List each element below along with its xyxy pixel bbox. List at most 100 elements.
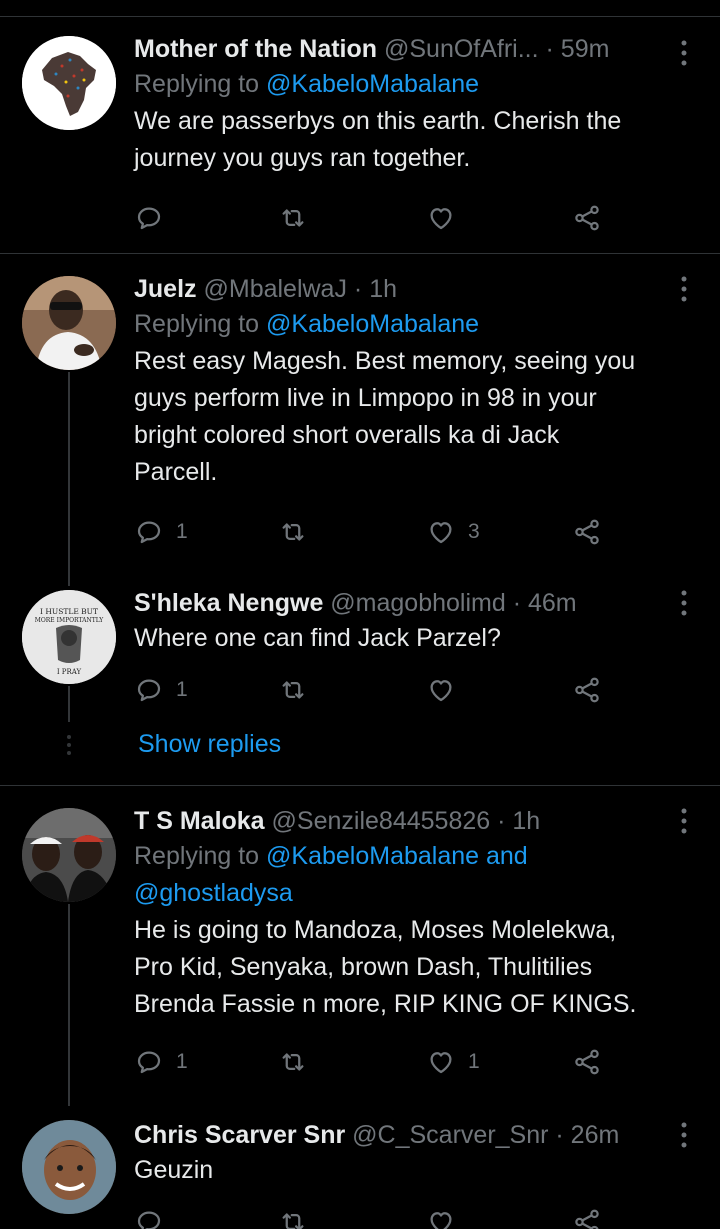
avatar[interactable] <box>22 1120 116 1214</box>
tweet-header: S'hleka Nengwe @magobholimd · 46m <box>134 586 704 620</box>
reply-icon <box>134 203 164 233</box>
heart-icon <box>426 1047 456 1077</box>
avatar-text: I HUSTLE BUT <box>40 607 98 616</box>
reply-button[interactable]: 1 <box>134 512 188 552</box>
tweet-text-line: Rest easy Magesh. Best memory, seeing yo… <box>134 347 636 375</box>
tweet-text-line: Pro Kid, Senyaka, brown Dash, Thulitilie… <box>134 953 593 981</box>
mention-link[interactable]: @ghostladysa <box>134 879 293 907</box>
mention-link[interactable]: @KabeloMabalane <box>266 70 479 98</box>
thread-line <box>68 372 70 586</box>
thread-line <box>68 904 70 1106</box>
mention-link[interactable]: @KabeloMabalane and <box>266 842 528 870</box>
tweet-card[interactable]: T S Maloka @Senzile84455826 · 1h Replyin… <box>0 786 720 1106</box>
more-options-icon[interactable] <box>674 38 694 68</box>
timestamp[interactable]: · 1h <box>354 275 397 303</box>
timestamp[interactable]: · 59m <box>546 35 610 63</box>
tweet-card[interactable]: I HUSTLE BUT MORE IMPORTANTLY I PRAY S'h… <box>0 584 720 784</box>
tweet-text-line: guys perform live in Limpopo in 98 in yo… <box>134 384 597 412</box>
mention-link[interactable]: @KabeloMabalane <box>266 310 479 338</box>
handle[interactable]: @MbalelwaJ <box>203 275 346 303</box>
handle[interactable]: @C_Scarver_Snr <box>352 1121 548 1149</box>
reply-button[interactable]: 1 <box>134 670 188 710</box>
timestamp[interactable]: · 26m <box>555 1121 619 1149</box>
display-name[interactable]: Juelz <box>134 275 197 303</box>
tweet-header: Chris Scarver Snr @C_Scarver_Snr · 26m <box>134 1118 704 1152</box>
avatar[interactable] <box>22 808 116 902</box>
share-button[interactable] <box>572 1202 602 1229</box>
tweet-card[interactable]: Mother of the Nation @SunOfAfri... · 59m… <box>0 0 720 254</box>
more-options-icon[interactable] <box>674 806 694 836</box>
more-options-icon[interactable] <box>674 274 694 304</box>
profile-photo <box>22 276 116 370</box>
share-icon <box>572 203 602 233</box>
tweet-card[interactable]: Chris Scarver Snr @C_Scarver_Snr · 26m G… <box>0 1106 720 1229</box>
africa-map-avatar-image <box>22 36 116 130</box>
share-icon <box>572 1207 602 1229</box>
tweet-text: He is going to Mandoza, Moses Molelekwa,… <box>134 912 704 1023</box>
heart-icon <box>426 517 456 547</box>
avatar[interactable]: I HUSTLE BUT MORE IMPORTANTLY I PRAY <box>22 590 116 684</box>
replying-to: Replying to @KabeloMabalane <box>134 306 704 343</box>
display-name[interactable]: Chris Scarver Snr <box>134 1121 345 1149</box>
replying-prefix: Replying to <box>134 310 267 338</box>
replying-to: Replying to @KabeloMabalane and <box>134 838 704 875</box>
share-icon <box>572 675 602 705</box>
reply-button[interactable]: 1 <box>134 1042 188 1082</box>
share-button[interactable] <box>572 670 602 710</box>
profile-photo <box>22 808 116 902</box>
heart-icon <box>426 675 456 705</box>
replying-to-continued: @ghostladysa <box>134 875 704 912</box>
reply-count: 1 <box>176 678 188 701</box>
tweet-header: Mother of the Nation @SunOfAfri... · 59m <box>134 32 704 66</box>
retweet-button[interactable] <box>278 670 308 710</box>
replying-to: Replying to @KabeloMabalane <box>134 66 704 103</box>
heart-icon <box>426 1207 456 1229</box>
share-button[interactable] <box>572 1042 602 1082</box>
reply-icon <box>134 1047 164 1077</box>
like-button[interactable] <box>426 1202 456 1229</box>
retweet-button[interactable] <box>278 1042 308 1082</box>
action-bar <box>134 198 614 238</box>
timestamp[interactable]: · 1h <box>497 807 540 835</box>
avatar[interactable] <box>22 276 116 370</box>
tweet-text-line: Brenda Fassie n more, RIP KING OF KINGS. <box>134 990 637 1018</box>
share-icon <box>572 1047 602 1077</box>
avatar-text: I PRAY <box>57 668 82 676</box>
share-button[interactable] <box>572 198 602 238</box>
like-button[interactable]: 1 <box>426 1042 480 1082</box>
timestamp[interactable]: · 46m <box>513 589 577 617</box>
reply-button[interactable] <box>134 1202 164 1229</box>
like-button[interactable] <box>426 670 456 710</box>
like-button[interactable] <box>426 198 456 238</box>
more-options-icon[interactable] <box>674 588 694 618</box>
like-count: 1 <box>468 1050 480 1073</box>
handle[interactable]: @SunOfAfri... <box>384 35 539 63</box>
action-bar: 1 <box>134 670 614 710</box>
heart-icon <box>426 203 456 233</box>
share-button[interactable] <box>572 512 602 552</box>
retweet-button[interactable] <box>278 198 308 238</box>
reply-count: 1 <box>176 1050 188 1073</box>
handle[interactable]: @Senzile84455826 <box>272 807 491 835</box>
more-options-icon[interactable] <box>674 1120 694 1150</box>
reply-icon <box>134 1207 164 1229</box>
retweet-icon <box>278 203 308 233</box>
retweet-icon <box>278 675 308 705</box>
tweet-card[interactable]: Juelz @MbalelwaJ · 1h Replying to @Kabel… <box>0 254 720 586</box>
retweet-button[interactable] <box>278 512 308 552</box>
tweet-text: We are passerbys on this earth. Cherish … <box>134 103 704 177</box>
reply-count: 1 <box>176 520 188 543</box>
show-replies-link[interactable]: Show replies <box>138 730 281 759</box>
display-name[interactable]: T S Maloka <box>134 807 265 835</box>
display-name[interactable]: S'hleka Nengwe <box>134 589 323 617</box>
replying-prefix: Replying to <box>134 70 267 98</box>
retweet-button[interactable] <box>278 1202 308 1229</box>
retweet-icon <box>278 517 308 547</box>
like-button[interactable]: 3 <box>426 512 480 552</box>
thread-dots-icon <box>67 735 71 755</box>
handle[interactable]: @magobholimd <box>330 589 505 617</box>
profile-photo <box>22 1120 116 1214</box>
reply-button[interactable] <box>134 198 164 238</box>
avatar[interactable] <box>22 36 116 130</box>
display-name[interactable]: Mother of the Nation <box>134 35 377 63</box>
